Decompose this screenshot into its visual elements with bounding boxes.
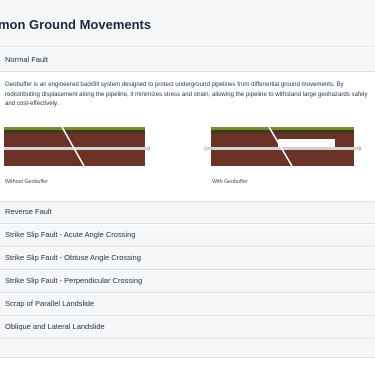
accordion-item-label: Reverse Fault [5,207,52,216]
pipe-end-icon [203,145,207,152]
accordion-item-label: Normal Fault [5,55,48,64]
accordion-item-label: Strike Slip Fault - Acute Angle Crossing [5,230,136,239]
accordion-item-label: Strike Slip Fault - Perpendicular Crossi… [5,276,143,285]
figure-without-geobuffer [4,127,150,167]
topsoil-layer [4,130,145,133]
accordion-item-strike-slip-obtuse[interactable]: Strike Slip Fault - Obtuse Angle Crossin… [0,248,375,270]
figure-caption: With Geobuffer [212,179,248,185]
accordion-item-strike-slip-acute[interactable]: Strike Slip Fault - Acute Angle Crossing [0,225,375,247]
accordion-item-label: Strike Slip Fault - Obtuse Angle Crossin… [5,253,141,262]
grass-layer [4,127,145,130]
page-header: mon Ground Movements [0,0,375,47]
grass-layer [211,127,354,130]
figure-caption: Without Geobuffer [5,179,48,185]
pipeline [206,147,361,150]
accordion-item-normal-fault[interactable]: Normal Fault [0,48,375,72]
accordion-item-reverse-fault[interactable]: Reverse Fault [0,202,375,224]
accordion-item-strike-slip-perpendicular[interactable]: Strike Slip Fault - Perpendicular Crossi… [0,271,375,293]
page-title: mon Ground Movements [0,17,152,32]
accordion-item-oblique-landslide[interactable]: Oblique and Lateral Landslide [0,317,375,339]
accordion-item-label: Oblique and Lateral Landslide [5,322,105,331]
accordion-item-parallel-landslide[interactable]: Scrap of Parallel Landslide [0,294,375,316]
panel-description: Geobuffer is an engineered backfill syst… [5,81,368,108]
figure-with-geobuffer [203,127,362,167]
geobuffer-zone [278,139,335,147]
pipeline [4,147,150,150]
topsoil-layer [211,130,354,133]
accordion-item-label: Scrap of Parallel Landslide [5,299,95,308]
accordion-item-next[interactable] [0,340,375,358]
accordion-panel-normal-fault: Geobuffer is an engineered backfill syst… [0,72,375,202]
